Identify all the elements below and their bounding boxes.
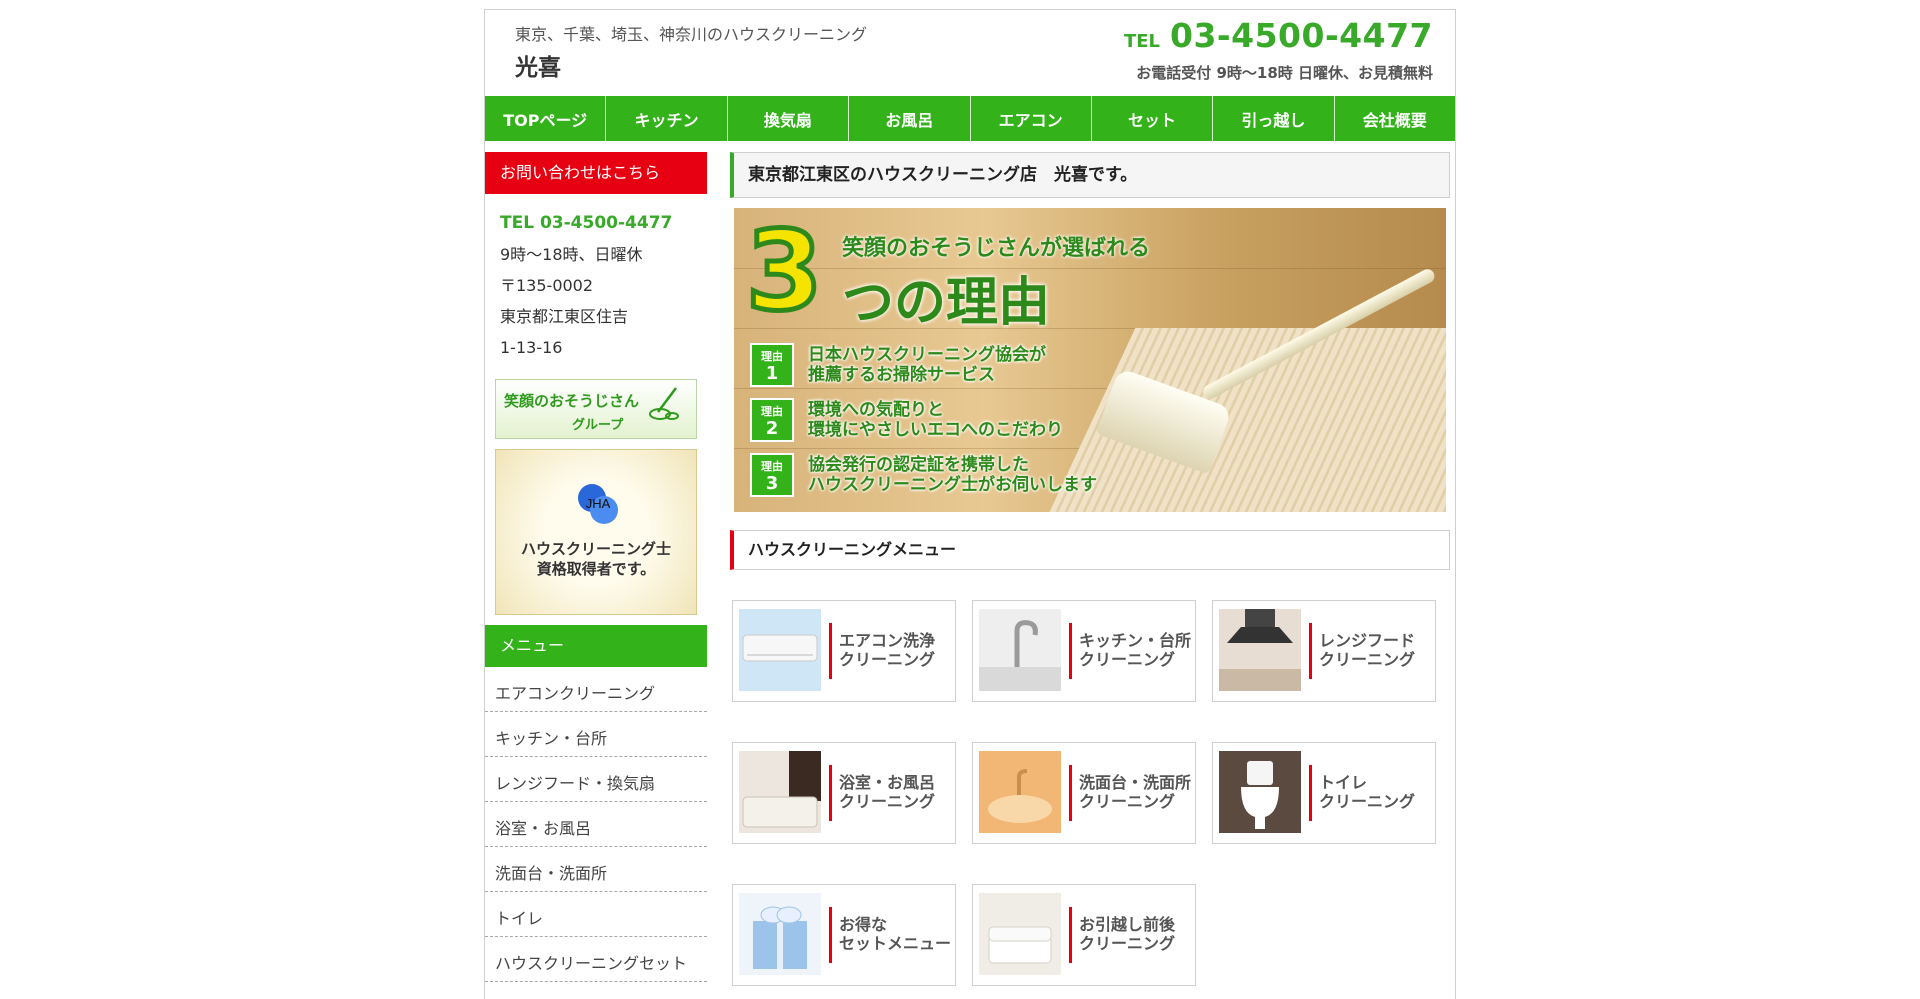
sidebar-item-rangehood[interactable]: レンジフード・換気扇 <box>485 757 707 802</box>
nav-item-bath[interactable]: お風呂 <box>849 96 971 141</box>
nav-item-aircon[interactable]: エアコン <box>971 96 1092 141</box>
gift-box-icon <box>739 893 821 975</box>
jha-logo-text: JHA <box>586 496 611 511</box>
service-card-label: キッチン・台所 クリーニング <box>1079 631 1192 669</box>
service-card-washbasin[interactable]: 洗面台・洗面所 クリーニング <box>972 742 1196 844</box>
nav-item-kitchen[interactable]: キッチン <box>606 96 728 141</box>
hero-big-number: 3 <box>744 208 826 335</box>
site-tagline: 東京、千葉、埼玉、神奈川のハウスクリーニング <box>515 25 868 44</box>
sidebar-item-toilet[interactable]: トイレ <box>485 892 707 937</box>
service-card-moving[interactable]: お引越し前後 クリーニング <box>972 884 1196 986</box>
reason-badge: 理由 1 <box>750 343 794 387</box>
reason-3: 理由 3 協会発行の認定証を携帯した ハウスクリーニング士がお伺いします <box>750 453 1097 497</box>
tel-number[interactable]: 03-4500-4477 <box>1170 16 1433 55</box>
reason-line2: ハウスクリーニング士がお伺いします <box>808 475 1097 495</box>
jha-logo-icon: JHA <box>578 484 618 524</box>
air-conditioner-icon <box>739 609 821 691</box>
service-card-bath[interactable]: 浴室・お風呂 クリーニング <box>732 742 956 844</box>
nav-item-fan[interactable]: 換気扇 <box>728 96 850 141</box>
page-title: 東京都江東区のハウスクリーニング店 光喜です。 <box>730 152 1450 198</box>
tel-note: お電話受付 9時～18時 日曜休、お見積無料 <box>1136 64 1433 82</box>
sidebar-item-set[interactable]: ハウスクリーニングセット <box>485 937 707 982</box>
toilet-icon <box>1219 751 1301 833</box>
menu-heading: メニュー <box>485 625 707 667</box>
global-nav: TOPページ キッチン 換気扇 お風呂 エアコン セット 引っ越し 会社概要 <box>485 96 1455 141</box>
bathtub-icon <box>739 751 821 833</box>
reason-line2: 推薦するお掃除サービス <box>808 365 995 385</box>
hero-main-line: つの理由 <box>842 273 1051 333</box>
contact-heading: お問い合わせはこちら <box>485 152 707 194</box>
sidebar-item-aircon[interactable]: エアコンクリーニング <box>485 667 707 712</box>
service-card-kitchen[interactable]: キッチン・台所 クリーニング <box>972 600 1196 702</box>
service-card-label: 洗面台・洗面所 クリーニング <box>1079 773 1192 811</box>
hero-top-line: 笑顔のおそうじさんが選ばれる <box>842 236 1151 261</box>
reason-tag: 理由 <box>761 460 783 473</box>
sidebar-hours: 9時～18時、日曜休 <box>500 245 643 264</box>
menu-section-title: ハウスクリーニングメニュー <box>730 530 1450 570</box>
reason-line1: 協会発行の認定証を携帯した <box>808 455 1029 475</box>
reason-num: 1 <box>765 363 779 384</box>
service-card-label: お得な セットメニュー <box>839 915 952 953</box>
header-phone[interactable]: TEL 03-4500-4477 <box>1124 16 1433 55</box>
nav-item-set[interactable]: セット <box>1092 96 1214 141</box>
sidebar-tel[interactable]: TEL 03-4500-4477 <box>500 208 707 239</box>
sidebar-address1: 東京都江東区住吉 <box>500 307 629 326</box>
kitchen-faucet-icon <box>979 609 1061 691</box>
reason-badge: 理由 3 <box>750 453 794 497</box>
reason-line2: 環境にやさしいエコへのこだわり <box>808 420 1063 440</box>
service-card-label: レンジフード クリーニング <box>1319 631 1416 669</box>
reason-num: 3 <box>765 473 779 494</box>
nav-item-moving[interactable]: 引っ越し <box>1213 96 1335 141</box>
service-card-rangehood[interactable]: レンジフード クリーニング <box>1212 600 1436 702</box>
service-card-label: トイレ クリーニング <box>1319 773 1416 811</box>
site-logo-text[interactable]: 光喜 <box>515 48 561 82</box>
sidebar: お問い合わせはこちら TEL 03-4500-4477 9時～18時、日曜休 〒… <box>485 152 707 982</box>
main-content: 東京都江東区のハウスクリーニング店 光喜です。 3 笑顔のおそうじさんが選ばれる… <box>730 152 1450 986</box>
reason-2: 理由 2 環境への気配りと 環境にやさしいエコへのこだわり <box>750 398 1063 442</box>
contact-info: TEL 03-4500-4477 9時～18時、日曜休 〒135-0002 東京… <box>485 194 707 363</box>
reason-tag: 理由 <box>761 350 783 363</box>
reason-line1: 日本ハウスクリーニング協会が <box>808 345 1046 365</box>
service-card-set[interactable]: お得な セットメニュー <box>732 884 956 986</box>
service-card-toilet[interactable]: トイレ クリーニング <box>1212 742 1436 844</box>
page-container: 東京、千葉、埼玉、神奈川のハウスクリーニング 光喜 TEL 03-4500-44… <box>484 9 1456 999</box>
reason-1: 理由 1 日本ハウスクリーニング協会が 推薦するお掃除サービス <box>750 343 1046 387</box>
jha-certification-banner[interactable]: JHA ハウスクリーニング士 資格取得者です。 <box>495 449 697 615</box>
jha-title: ハウスクリーニング士 <box>520 540 671 558</box>
service-menu-grid: エアコン洗浄 クリーニング キッチン・台所 クリーニング レンジフード クリーニ… <box>730 600 1450 986</box>
service-card-label: 浴室・お風呂 クリーニング <box>839 773 936 811</box>
reason-badge: 理由 2 <box>750 398 794 442</box>
service-card-label: お引越し前後 クリーニング <box>1079 915 1176 953</box>
empty-room-icon <box>979 893 1061 975</box>
reason-tag: 理由 <box>761 405 783 418</box>
reason-num: 2 <box>765 418 779 439</box>
nav-item-company[interactable]: 会社概要 <box>1335 96 1455 141</box>
tel-label: TEL <box>1123 31 1160 52</box>
group-banner[interactable]: 笑顔のおそうじさん グループ <box>495 379 697 439</box>
sidebar-postal: 〒135-0002 <box>500 276 594 295</box>
group-banner-title: 笑顔のおそうじさん <box>504 392 640 410</box>
range-hood-icon <box>1219 609 1301 691</box>
jha-subtitle: 資格取得者です。 <box>536 560 656 578</box>
washbasin-icon <box>979 751 1061 833</box>
hero-banner: 3 笑顔のおそうじさんが選ばれる つの理由 理由 1 日本ハウスクリーニング協会が… <box>734 208 1446 512</box>
sidebar-item-bath[interactable]: 浴室・お風呂 <box>485 802 707 847</box>
nav-item-top[interactable]: TOPページ <box>485 96 607 141</box>
group-banner-sub: グループ <box>572 418 624 433</box>
sidebar-item-kitchen[interactable]: キッチン・台所 <box>485 712 707 757</box>
sidebar-item-washbasin[interactable]: 洗面台・洗面所 <box>485 847 707 892</box>
sidebar-address2: 1-13-16 <box>500 338 563 357</box>
reason-line1: 環境への気配りと <box>808 400 944 420</box>
mop-icon <box>649 387 679 420</box>
service-card-label: エアコン洗浄 クリーニング <box>839 631 936 669</box>
service-card-aircon[interactable]: エアコン洗浄 クリーニング <box>732 600 956 702</box>
